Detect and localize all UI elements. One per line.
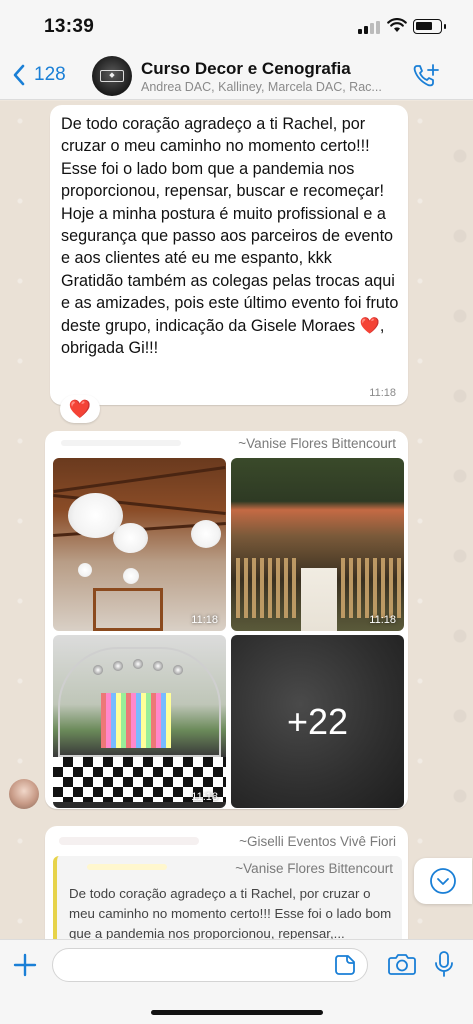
album-photo[interactable]: 11:18 bbox=[231, 458, 404, 631]
sticker-icon[interactable] bbox=[334, 954, 356, 976]
chat-header: 128 ◆ Curso Decor e Cenografia Andrea DA… bbox=[0, 50, 473, 100]
home-indicator bbox=[151, 1010, 323, 1015]
group-avatar[interactable]: ◆ bbox=[92, 56, 132, 96]
chevron-down-icon bbox=[430, 868, 456, 894]
plus-icon[interactable] bbox=[12, 952, 38, 978]
album-bubble[interactable]: ~Vanise Flores Bittencourt 11:18 11:18 1… bbox=[45, 431, 408, 809]
status-bar: 13:39 bbox=[0, 0, 473, 50]
heart-icon: ❤️ bbox=[68, 398, 92, 419]
battery-icon bbox=[413, 19, 446, 34]
more-photos-count: +22 bbox=[286, 700, 349, 742]
photo-time: 11:18 bbox=[191, 614, 218, 626]
message-time: 11:18 bbox=[369, 387, 396, 399]
quoted-message[interactable]: ~Vanise Flores Bittencourt De todo coraç… bbox=[53, 856, 402, 939]
reply-sender[interactable]: ~Giselli Eventos Vivê Fiori bbox=[239, 834, 396, 849]
blurred-phone bbox=[87, 864, 167, 870]
phone-plus-icon[interactable] bbox=[412, 63, 440, 89]
quoted-sender: ~Vanise Flores Bittencourt bbox=[235, 861, 393, 876]
album-sender[interactable]: ~Vanise Flores Bittencourt bbox=[238, 436, 396, 451]
chevron-left-icon bbox=[13, 64, 25, 86]
back-button[interactable]: 128 bbox=[12, 60, 66, 90]
unread-count: 128 bbox=[34, 64, 66, 85]
blurred-phone bbox=[59, 837, 199, 845]
signal-icon bbox=[358, 21, 380, 34]
camera-icon[interactable] bbox=[388, 952, 416, 976]
status-time: 13:39 bbox=[44, 16, 95, 37]
microphone-icon[interactable] bbox=[434, 950, 454, 978]
blurred-phone bbox=[61, 440, 181, 446]
message-bubble[interactable]: De todo coração agradeço a ti Rachel, po… bbox=[50, 105, 408, 405]
message-text: De todo coração agradeço a ti Rachel, po… bbox=[61, 115, 399, 358]
chat-area[interactable]: De todo coração agradeço a ti Rachel, po… bbox=[0, 101, 473, 939]
input-bar bbox=[0, 939, 473, 1024]
group-members[interactable]: Andrea DAC, Kalliney, Marcela DAC, Rac..… bbox=[141, 80, 403, 94]
group-name[interactable]: Curso Decor e Cenografia bbox=[141, 59, 351, 79]
reaction-badge[interactable]: ❤️ bbox=[60, 395, 100, 423]
sender-avatar[interactable] bbox=[9, 779, 39, 809]
more-photos-tile[interactable]: +22 bbox=[231, 635, 404, 808]
group-logo: ◆ bbox=[100, 70, 124, 82]
photo-time: 11:18 bbox=[369, 614, 396, 626]
message-input[interactable] bbox=[52, 948, 368, 982]
album-photo[interactable]: 11:18 bbox=[53, 458, 226, 631]
photo-time: 11:18 bbox=[191, 791, 218, 803]
reply-bubble[interactable]: ~Giselli Eventos Vivê Fiori ~Vanise Flor… bbox=[45, 826, 408, 939]
scroll-down-button[interactable] bbox=[414, 858, 472, 904]
wifi-icon bbox=[387, 18, 407, 32]
quoted-text: De todo coração agradeço a ti Rachel, po… bbox=[69, 886, 392, 939]
album-photo[interactable]: 11:18 bbox=[53, 635, 226, 808]
